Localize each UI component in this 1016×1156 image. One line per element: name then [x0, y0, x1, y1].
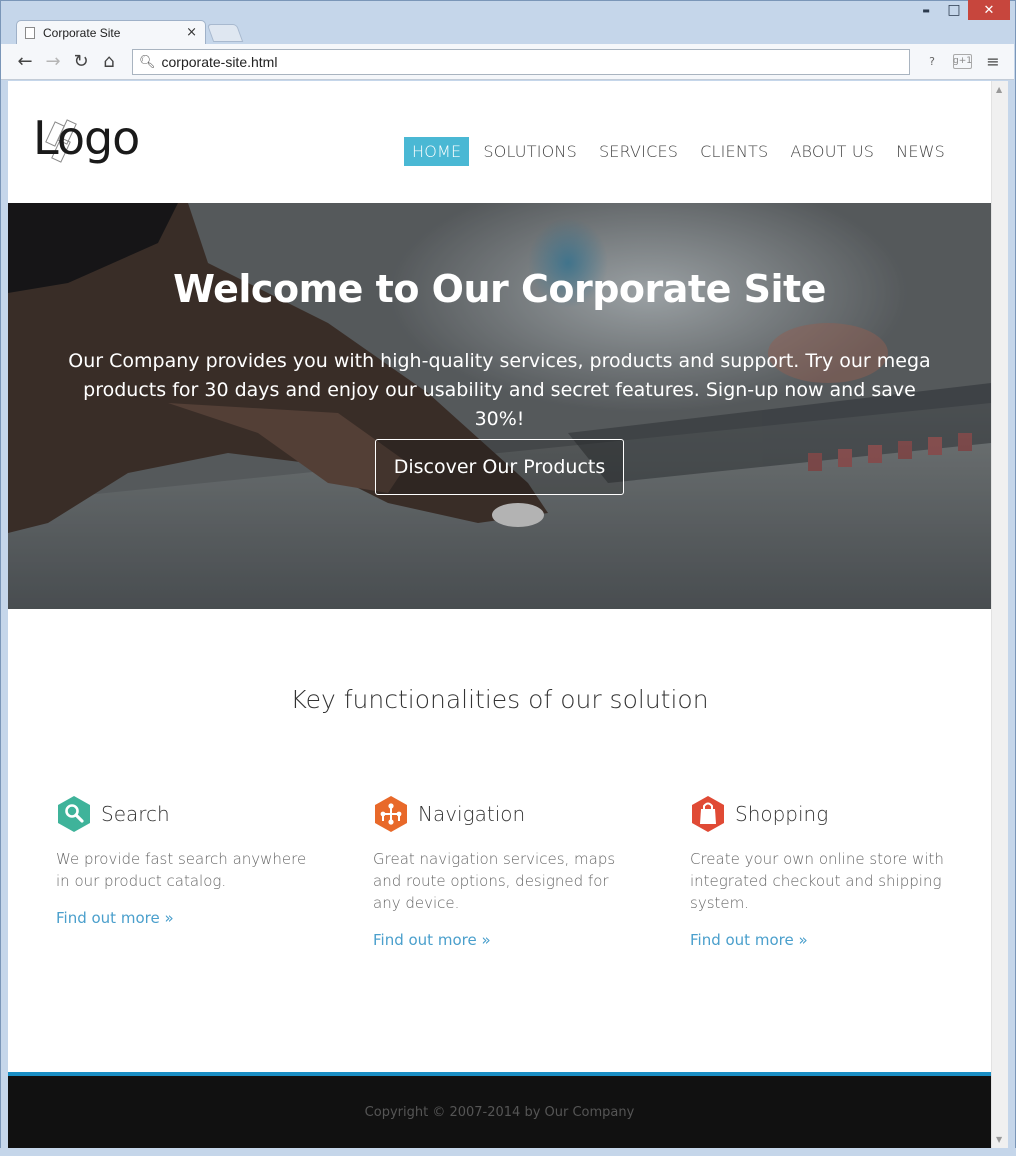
help-extension-icon[interactable]: ? [921, 50, 943, 72]
feature-title: Search [101, 802, 170, 826]
copyright-text: Copyright © 2007-2014 by Our Company [364, 1105, 635, 1120]
chrome-menu-icon[interactable]: ≡ [982, 50, 1004, 72]
window-controls: ▬ □ ✕ [912, 0, 1010, 20]
window-border [0, 1148, 1016, 1156]
browser-toolbar: ← → ↻ ⌂ 🔍︎ corporate-site.html ? g+1 ≡ [1, 44, 1014, 80]
reload-button[interactable]: ↻ [67, 48, 95, 76]
gplus-extension-icon[interactable]: g+1 [953, 53, 972, 69]
window-border [1008, 81, 1015, 1156]
nav-news[interactable]: NEWS [888, 137, 953, 166]
url-text: corporate-site.html [161, 54, 278, 70]
tab-close-icon[interactable]: × [186, 25, 197, 40]
discover-products-button[interactable]: Discover Our Products [375, 439, 624, 495]
home-button[interactable]: ⌂ [95, 48, 123, 76]
new-tab-button[interactable] [206, 24, 244, 42]
feature-shopping: Shopping Create your own online store wi… [690, 795, 950, 949]
search-icon: 🔍︎ [139, 54, 156, 70]
vertical-scrollbar[interactable]: ▲ ▼ [991, 81, 1008, 1148]
find-out-more-link[interactable]: Find out more » [56, 909, 316, 927]
nav-solutions[interactable]: SOLUTIONS [475, 137, 585, 166]
minimize-button[interactable]: ▬ [912, 0, 940, 20]
scroll-down-icon[interactable]: ▼ [996, 1135, 1002, 1144]
nav-services[interactable]: SERVICES [591, 137, 686, 166]
close-window-button[interactable]: ✕ [968, 0, 1010, 20]
site-header: Logo HOME SOLUTIONS SERVICES CLIENTS ABO… [8, 81, 991, 203]
feature-description: Create your own online store with integr… [690, 850, 944, 912]
feature-navigation: Navigation Great navigation services, ma… [373, 795, 633, 949]
find-out-more-link[interactable]: Find out more » [373, 931, 633, 949]
address-bar[interactable]: 🔍︎ corporate-site.html [132, 49, 910, 75]
feature-description: Great navigation services, maps and rout… [373, 850, 616, 912]
feature-title: Shopping [735, 802, 829, 826]
forward-button[interactable]: → [39, 48, 67, 76]
browser-tab[interactable]: Corporate Site × [16, 20, 206, 44]
feature-description: We provide fast search anywhere in our p… [56, 850, 307, 890]
site-footer: Copyright © 2007-2014 by Our Company [8, 1072, 991, 1148]
nav-clients[interactable]: CLIENTS [692, 137, 776, 166]
hero-description: Our Company provides you with high-quali… [68, 350, 931, 430]
find-out-more-link[interactable]: Find out more » [690, 931, 950, 949]
titlebar: Corporate Site × ▬ □ ✕ [0, 0, 1016, 44]
back-button[interactable]: ← [11, 48, 39, 76]
shopping-bag-icon [692, 796, 724, 832]
maximize-button[interactable]: □ [940, 0, 968, 20]
nav-about-us[interactable]: ABOUT US [782, 137, 882, 166]
feature-search: Search We provide fast search anywhere i… [56, 795, 316, 927]
hero-banner: Welcome to Our Corporate Site Our Compan… [8, 203, 991, 609]
nav-home[interactable]: HOME [404, 137, 470, 166]
main-navigation: HOME SOLUTIONS SERVICES CLIENTS ABOUT US… [404, 137, 959, 166]
navigation-icon [375, 796, 407, 832]
site-logo[interactable]: Logo [33, 111, 140, 165]
scroll-up-icon[interactable]: ▲ [996, 85, 1002, 94]
page-viewport: Logo HOME SOLUTIONS SERVICES CLIENTS ABO… [8, 81, 991, 1148]
tab-title: Corporate Site [43, 25, 121, 40]
toolbar-extensions: ? g+1 ≡ [921, 50, 1004, 72]
hero-title: Welcome to Our Corporate Site [173, 267, 826, 311]
page-icon [25, 26, 35, 39]
features-heading: Key functionalities of our solution [290, 685, 709, 714]
feature-title: Navigation [418, 802, 526, 826]
search-icon [58, 796, 90, 832]
